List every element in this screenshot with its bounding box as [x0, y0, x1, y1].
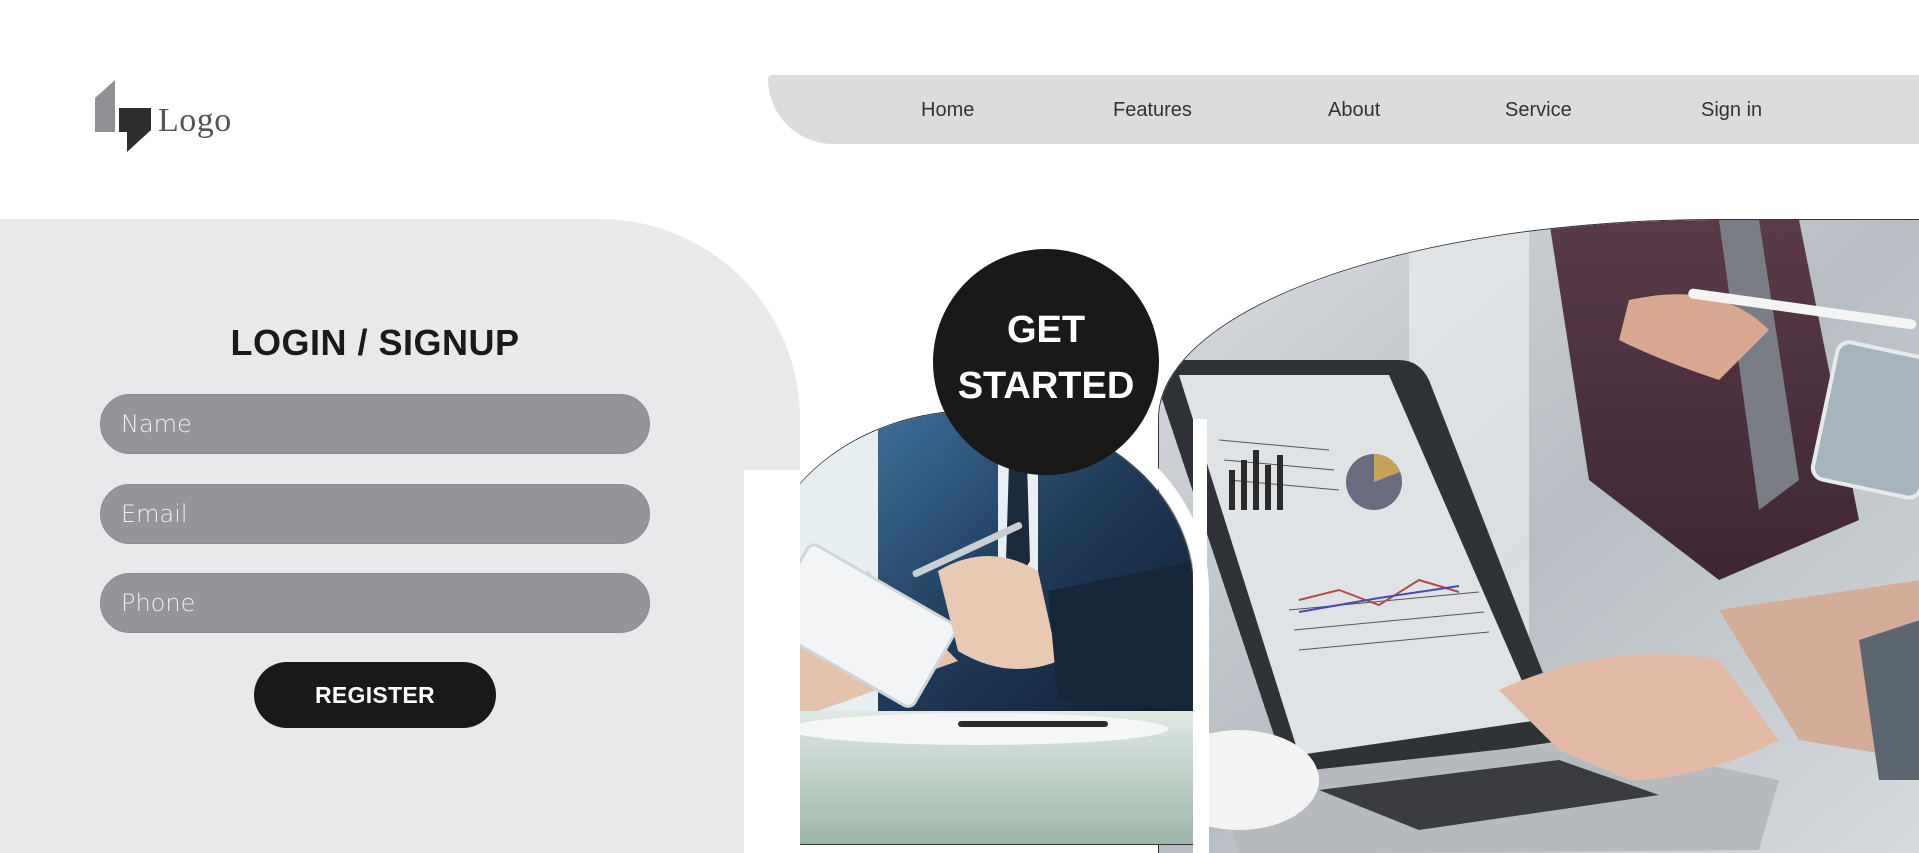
top-nav: Home Features About Service Sign in: [768, 75, 1919, 144]
register-button[interactable]: REGISTER: [254, 662, 496, 728]
cta-line-1: GET: [1006, 309, 1086, 351]
nav-service[interactable]: Service: [1505, 99, 1572, 122]
nav-features[interactable]: Features: [1113, 99, 1192, 122]
image-divider: [1193, 419, 1207, 853]
nav-sign-in[interactable]: Sign in: [1701, 99, 1762, 122]
phone-field[interactable]: [100, 573, 650, 633]
logo-mark-icon: [95, 80, 151, 152]
email-field[interactable]: [100, 484, 650, 544]
logo-text: Logo: [158, 102, 232, 139]
form-title: LOGIN / SIGNUP: [230, 322, 520, 363]
logo[interactable]: Logo: [95, 80, 245, 152]
nav-home[interactable]: Home: [921, 99, 974, 122]
panel-notch: [744, 470, 800, 853]
nav-about[interactable]: About: [1328, 99, 1380, 122]
name-field[interactable]: [100, 394, 650, 454]
cta-line-2: STARTED: [957, 365, 1135, 407]
get-started-button[interactable]: GET STARTED: [933, 249, 1159, 475]
arch-frame: [744, 395, 1209, 853]
laptop-illustration: [1159, 220, 1919, 853]
laptop-meeting-image: [1158, 219, 1919, 853]
